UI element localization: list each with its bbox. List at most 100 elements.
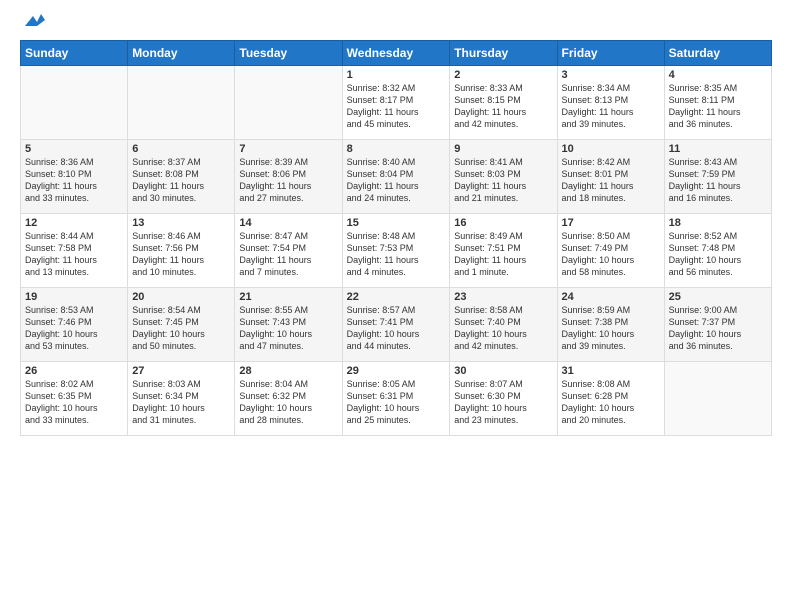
day-info: Sunrise: 8:02 AM Sunset: 6:35 PM Dayligh… [25,378,123,427]
calendar-table: SundayMondayTuesdayWednesdayThursdayFrid… [20,40,772,436]
day-number: 6 [132,143,230,155]
calendar-cell: 19Sunrise: 8:53 AM Sunset: 7:46 PM Dayli… [21,288,128,362]
day-info: Sunrise: 8:07 AM Sunset: 6:30 PM Dayligh… [454,378,552,427]
logo [20,16,45,30]
calendar-body: 1Sunrise: 8:32 AM Sunset: 8:17 PM Daylig… [21,66,772,436]
calendar-cell: 4Sunrise: 8:35 AM Sunset: 8:11 PM Daylig… [664,66,771,140]
day-info: Sunrise: 8:52 AM Sunset: 7:48 PM Dayligh… [669,230,767,279]
day-info: Sunrise: 8:39 AM Sunset: 8:06 PM Dayligh… [239,156,337,205]
day-info: Sunrise: 8:44 AM Sunset: 7:58 PM Dayligh… [25,230,123,279]
day-number: 7 [239,143,337,155]
day-number: 29 [347,365,446,377]
day-number: 20 [132,291,230,303]
day-info: Sunrise: 8:05 AM Sunset: 6:31 PM Dayligh… [347,378,446,427]
calendar-cell: 5Sunrise: 8:36 AM Sunset: 8:10 PM Daylig… [21,140,128,214]
day-number: 22 [347,291,446,303]
day-info: Sunrise: 8:04 AM Sunset: 6:32 PM Dayligh… [239,378,337,427]
day-number: 5 [25,143,123,155]
logo-bird-icon [23,12,45,30]
calendar-cell [664,362,771,436]
day-info: Sunrise: 8:36 AM Sunset: 8:10 PM Dayligh… [25,156,123,205]
day-info: Sunrise: 8:33 AM Sunset: 8:15 PM Dayligh… [454,82,552,131]
day-info: Sunrise: 8:55 AM Sunset: 7:43 PM Dayligh… [239,304,337,353]
weekday-header-thursday: Thursday [450,41,557,66]
day-info: Sunrise: 8:35 AM Sunset: 8:11 PM Dayligh… [669,82,767,131]
calendar-cell: 29Sunrise: 8:05 AM Sunset: 6:31 PM Dayli… [342,362,450,436]
weekday-header-tuesday: Tuesday [235,41,342,66]
day-info: Sunrise: 9:00 AM Sunset: 7:37 PM Dayligh… [669,304,767,353]
day-info: Sunrise: 8:50 AM Sunset: 7:49 PM Dayligh… [562,230,660,279]
day-info: Sunrise: 8:47 AM Sunset: 7:54 PM Dayligh… [239,230,337,279]
calendar-cell: 28Sunrise: 8:04 AM Sunset: 6:32 PM Dayli… [235,362,342,436]
calendar-cell: 13Sunrise: 8:46 AM Sunset: 7:56 PM Dayli… [128,214,235,288]
day-number: 21 [239,291,337,303]
day-number: 26 [25,365,123,377]
day-number: 13 [132,217,230,229]
calendar-cell: 25Sunrise: 9:00 AM Sunset: 7:37 PM Dayli… [664,288,771,362]
calendar-cell: 3Sunrise: 8:34 AM Sunset: 8:13 PM Daylig… [557,66,664,140]
day-info: Sunrise: 8:59 AM Sunset: 7:38 PM Dayligh… [562,304,660,353]
calendar-cell: 23Sunrise: 8:58 AM Sunset: 7:40 PM Dayli… [450,288,557,362]
day-number: 28 [239,365,337,377]
weekday-header-monday: Monday [128,41,235,66]
day-info: Sunrise: 8:46 AM Sunset: 7:56 PM Dayligh… [132,230,230,279]
calendar-cell: 16Sunrise: 8:49 AM Sunset: 7:51 PM Dayli… [450,214,557,288]
day-number: 24 [562,291,660,303]
calendar-cell: 20Sunrise: 8:54 AM Sunset: 7:45 PM Dayli… [128,288,235,362]
calendar-cell: 6Sunrise: 8:37 AM Sunset: 8:08 PM Daylig… [128,140,235,214]
calendar-cell: 17Sunrise: 8:50 AM Sunset: 7:49 PM Dayli… [557,214,664,288]
calendar-cell: 22Sunrise: 8:57 AM Sunset: 7:41 PM Dayli… [342,288,450,362]
day-number: 9 [454,143,552,155]
day-number: 27 [132,365,230,377]
day-info: Sunrise: 8:43 AM Sunset: 7:59 PM Dayligh… [669,156,767,205]
day-number: 16 [454,217,552,229]
calendar-cell: 26Sunrise: 8:02 AM Sunset: 6:35 PM Dayli… [21,362,128,436]
day-number: 3 [562,69,660,81]
weekday-header-sunday: Sunday [21,41,128,66]
calendar-week-row: 26Sunrise: 8:02 AM Sunset: 6:35 PM Dayli… [21,362,772,436]
calendar-week-row: 19Sunrise: 8:53 AM Sunset: 7:46 PM Dayli… [21,288,772,362]
page: SundayMondayTuesdayWednesdayThursdayFrid… [0,0,792,612]
day-info: Sunrise: 8:03 AM Sunset: 6:34 PM Dayligh… [132,378,230,427]
day-number: 1 [347,69,446,81]
calendar-cell: 14Sunrise: 8:47 AM Sunset: 7:54 PM Dayli… [235,214,342,288]
day-info: Sunrise: 8:48 AM Sunset: 7:53 PM Dayligh… [347,230,446,279]
calendar-week-row: 5Sunrise: 8:36 AM Sunset: 8:10 PM Daylig… [21,140,772,214]
calendar-cell: 15Sunrise: 8:48 AM Sunset: 7:53 PM Dayli… [342,214,450,288]
calendar-week-row: 12Sunrise: 8:44 AM Sunset: 7:58 PM Dayli… [21,214,772,288]
day-number: 10 [562,143,660,155]
calendar-cell [128,66,235,140]
day-number: 31 [562,365,660,377]
weekday-header-saturday: Saturday [664,41,771,66]
calendar-header: SundayMondayTuesdayWednesdayThursdayFrid… [21,41,772,66]
weekday-row: SundayMondayTuesdayWednesdayThursdayFrid… [21,41,772,66]
weekday-header-friday: Friday [557,41,664,66]
calendar-cell: 31Sunrise: 8:08 AM Sunset: 6:28 PM Dayli… [557,362,664,436]
calendar-cell: 8Sunrise: 8:40 AM Sunset: 8:04 PM Daylig… [342,140,450,214]
day-info: Sunrise: 8:58 AM Sunset: 7:40 PM Dayligh… [454,304,552,353]
calendar-cell: 1Sunrise: 8:32 AM Sunset: 8:17 PM Daylig… [342,66,450,140]
day-info: Sunrise: 8:42 AM Sunset: 8:01 PM Dayligh… [562,156,660,205]
day-number: 19 [25,291,123,303]
calendar-cell: 10Sunrise: 8:42 AM Sunset: 8:01 PM Dayli… [557,140,664,214]
weekday-header-wednesday: Wednesday [342,41,450,66]
day-number: 4 [669,69,767,81]
calendar-cell: 12Sunrise: 8:44 AM Sunset: 7:58 PM Dayli… [21,214,128,288]
calendar-cell: 27Sunrise: 8:03 AM Sunset: 6:34 PM Dayli… [128,362,235,436]
day-info: Sunrise: 8:41 AM Sunset: 8:03 PM Dayligh… [454,156,552,205]
day-info: Sunrise: 8:54 AM Sunset: 7:45 PM Dayligh… [132,304,230,353]
day-number: 12 [25,217,123,229]
day-info: Sunrise: 8:32 AM Sunset: 8:17 PM Dayligh… [347,82,446,131]
day-number: 2 [454,69,552,81]
calendar-cell: 2Sunrise: 8:33 AM Sunset: 8:15 PM Daylig… [450,66,557,140]
day-info: Sunrise: 8:08 AM Sunset: 6:28 PM Dayligh… [562,378,660,427]
calendar-cell: 11Sunrise: 8:43 AM Sunset: 7:59 PM Dayli… [664,140,771,214]
calendar-cell: 18Sunrise: 8:52 AM Sunset: 7:48 PM Dayli… [664,214,771,288]
day-info: Sunrise: 8:34 AM Sunset: 8:13 PM Dayligh… [562,82,660,131]
calendar-cell [235,66,342,140]
day-info: Sunrise: 8:53 AM Sunset: 7:46 PM Dayligh… [25,304,123,353]
calendar-cell [21,66,128,140]
day-info: Sunrise: 8:37 AM Sunset: 8:08 PM Dayligh… [132,156,230,205]
calendar-cell: 21Sunrise: 8:55 AM Sunset: 7:43 PM Dayli… [235,288,342,362]
day-number: 17 [562,217,660,229]
